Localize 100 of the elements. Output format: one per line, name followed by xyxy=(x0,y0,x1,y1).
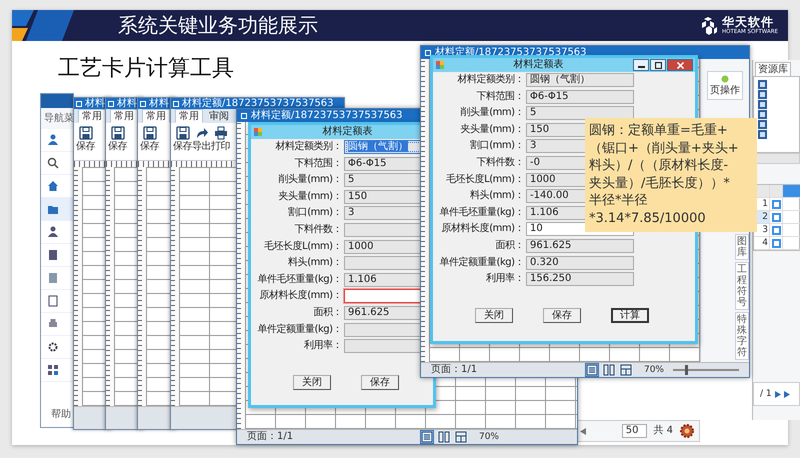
field-label: 材料定额类别： xyxy=(456,73,524,87)
grid-view-icon xyxy=(454,431,467,443)
input-field[interactable]: 961.625 xyxy=(526,238,634,253)
side-tab[interactable]: 图库 xyxy=(735,234,749,260)
logo-name: 华天软件 xyxy=(722,16,775,28)
ribbon-tab[interactable]: 常用 xyxy=(142,109,170,123)
single-page-icon xyxy=(420,431,433,443)
save-icon xyxy=(142,126,156,140)
panel-tab[interactable]: 资源库 xyxy=(755,62,791,76)
page-size-field[interactable]: 50 xyxy=(622,424,648,438)
circle-icon xyxy=(721,75,729,83)
page-indicator: 页面：1/1 xyxy=(431,364,478,376)
save-icon xyxy=(110,126,124,140)
field-label: 毛坯长度L(mm)： xyxy=(445,172,524,187)
triangle-icon[interactable] xyxy=(580,428,586,434)
two-page-icon xyxy=(602,364,615,376)
arrow-icon xyxy=(194,126,208,140)
window-title: 材料定额/18723753737537563 xyxy=(251,109,403,122)
field-label: 面积： xyxy=(494,238,524,253)
slider-thumb[interactable] xyxy=(685,365,688,375)
page-indicator: 页面：1/1 xyxy=(247,431,294,443)
toolbar-button[interactable]: 保存 xyxy=(173,126,192,160)
window-icon xyxy=(140,100,146,106)
document-icon[interactable] xyxy=(47,295,59,307)
ribbon-tab[interactable]: 常用 xyxy=(175,109,203,123)
save-icon xyxy=(78,126,92,140)
single-page-icon xyxy=(586,364,598,376)
two-page-icon xyxy=(438,431,450,443)
ribbon-tab[interactable]: 常用 xyxy=(78,109,106,123)
help-link[interactable]: 帮助 xyxy=(51,409,71,421)
gear-icon[interactable] xyxy=(47,341,59,353)
dialog-button[interactable]: 计算 xyxy=(611,308,649,324)
zoom-level: 70% xyxy=(478,431,499,443)
page-count: / 1 xyxy=(760,388,772,400)
field-label: 原材料长度(mm)： xyxy=(258,289,342,304)
field-label: 利用率： xyxy=(485,272,524,286)
dialog-button[interactable]: 关闭 xyxy=(293,375,331,390)
ribbon-tab[interactable]: 审阅 xyxy=(205,109,233,123)
input-field[interactable]: Φ6-Φ15 xyxy=(526,90,634,104)
app-icon xyxy=(436,61,444,69)
home-icon[interactable] xyxy=(47,180,59,192)
field-label: 下料件数： xyxy=(294,222,342,237)
gear-icon xyxy=(679,423,695,439)
window-icon xyxy=(173,100,179,106)
app-icon xyxy=(254,128,262,136)
zoom-level: 70% xyxy=(644,364,664,376)
side-tab[interactable]: 工程符号 xyxy=(735,262,749,310)
field-label: 削头量(mm)： xyxy=(278,173,342,188)
field-label: 单件毛坯重量(kg)： xyxy=(256,272,342,287)
maximize-button[interactable] xyxy=(650,59,666,71)
row-number: 4 xyxy=(754,237,770,250)
window-title: 材料 xyxy=(85,98,105,109)
slide-heading: 工艺卡片计算工具 xyxy=(58,56,234,81)
field-label: 毛坯长度L(mm)： xyxy=(263,240,342,254)
dialog-button[interactable]: 保存 xyxy=(361,375,399,390)
person-icon[interactable] xyxy=(47,134,59,146)
person-icon[interactable] xyxy=(47,226,59,238)
input-field[interactable]: 0.320 xyxy=(526,256,634,270)
input-field[interactable]: 5 xyxy=(526,106,634,120)
view-mode-button[interactable] xyxy=(420,430,434,444)
document-icon[interactable] xyxy=(47,272,59,284)
toolbar-button[interactable]: 打印 xyxy=(211,126,230,160)
field-label: 料头(mm)： xyxy=(287,256,342,270)
window-title: 材料 xyxy=(117,98,137,109)
window-icon xyxy=(241,112,247,118)
view-mode-button[interactable] xyxy=(602,363,616,377)
toolbar-button[interactable]: 导出 xyxy=(192,126,211,160)
view-mode-button[interactable] xyxy=(454,430,468,444)
logo-icon xyxy=(700,16,718,34)
input-field[interactable]: 156.250 xyxy=(526,272,634,286)
grid-icon[interactable] xyxy=(47,364,59,376)
folder-icon[interactable] xyxy=(47,203,59,215)
field-label: 面积： xyxy=(312,306,342,320)
window-icon xyxy=(425,50,431,56)
page-action-button[interactable]: 页操作 xyxy=(707,71,743,100)
view-mode-button[interactable] xyxy=(436,430,451,444)
search-icon[interactable] xyxy=(47,157,59,169)
grid-view-icon xyxy=(620,364,632,376)
dialog-title: 材料定额表 xyxy=(322,125,374,139)
document-icon[interactable] xyxy=(47,249,59,261)
field-label: 夹头量(mm)： xyxy=(460,122,524,137)
title-bar xyxy=(41,94,73,108)
ribbon-tab[interactable]: 常用 xyxy=(110,109,138,123)
close-button[interactable] xyxy=(667,59,693,71)
dialog-button[interactable]: 关闭 xyxy=(475,308,513,324)
view-mode-button[interactable] xyxy=(618,363,633,377)
field-label: 割口(mm)： xyxy=(469,139,524,154)
side-tab[interactable]: 特殊字符 xyxy=(735,312,749,360)
field-label: 单件定额重量(kg)： xyxy=(438,256,524,270)
close-icon xyxy=(676,62,684,68)
field-label: 单件毛坯重量(kg)： xyxy=(438,206,524,220)
dialog-button[interactable]: 保存 xyxy=(543,308,581,324)
field-label: 材料定额类别： xyxy=(274,140,342,154)
minimize-button[interactable] xyxy=(633,59,649,71)
input-field[interactable]: 圆钢（气割） xyxy=(526,73,634,87)
field-label: 割口(mm)： xyxy=(287,206,342,220)
formula-tooltip: 圆钢：定额单重=毛重+ （锯口+（削头量+夹头+ 料头）/（（原材料长度- 夹头量）/毛胚长度））* 半径*半径 *3.14*7.85/10000 xyxy=(585,118,757,232)
field-label: 单件定额重量(kg)： xyxy=(256,322,342,337)
printer-icon[interactable] xyxy=(47,318,59,330)
view-mode-button[interactable] xyxy=(584,363,599,377)
